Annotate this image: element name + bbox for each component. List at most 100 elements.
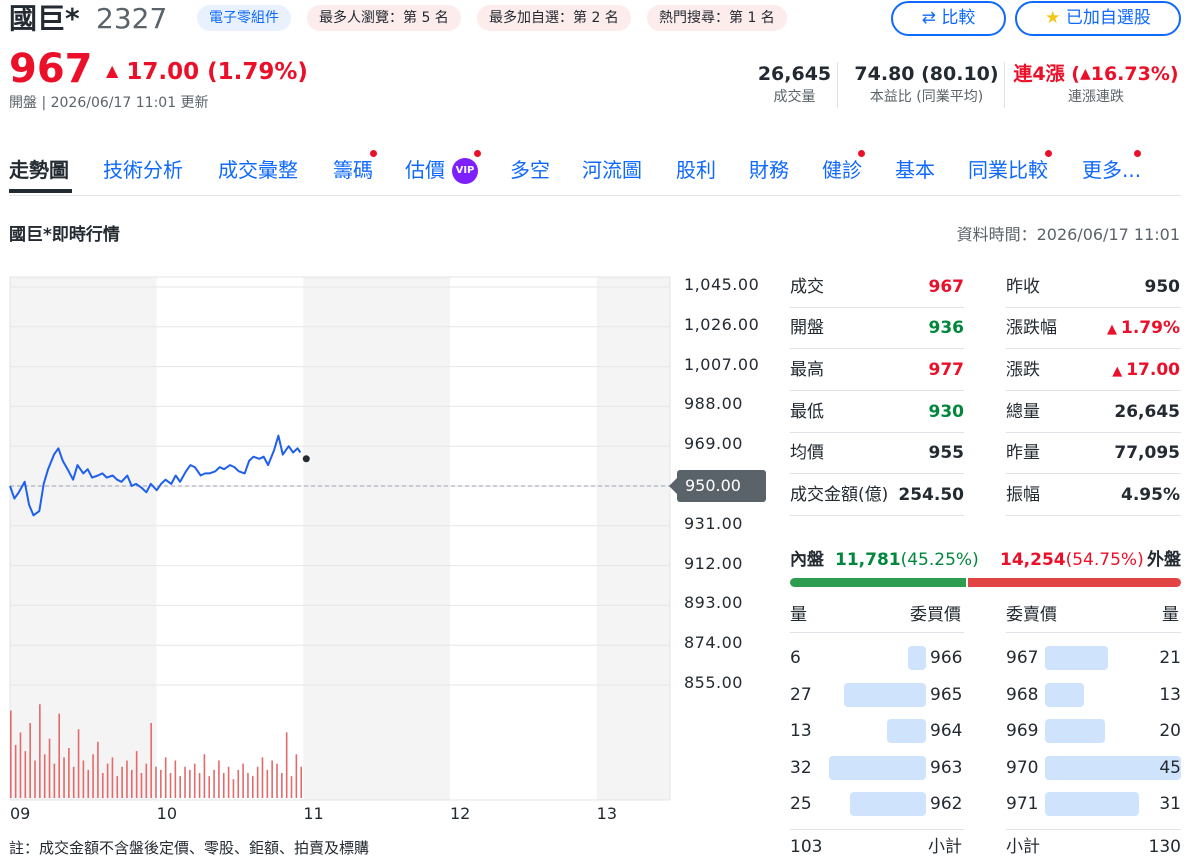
intraday-chart[interactable] <box>0 270 780 830</box>
quote-value: 254.50 <box>898 485 964 505</box>
volume-bar <box>82 760 85 798</box>
quote-label: 均價 <box>790 443 824 463</box>
tab-chips[interactable]: 籌碼 <box>333 155 373 185</box>
tab-peers[interactable]: 同業比較 <box>968 155 1048 185</box>
volume-bar <box>295 754 298 798</box>
compare-icon: ⇄ <box>921 8 936 28</box>
volume-bar <box>87 769 90 798</box>
bid-depth-bar <box>829 755 926 780</box>
tab-river[interactable]: 河流圖 <box>582 155 642 185</box>
tab-trades[interactable]: 成交彙整 <box>218 155 298 185</box>
bid-price[interactable]: 966 <box>930 647 962 669</box>
row-divider <box>1006 515 1181 516</box>
notification-dot <box>474 150 481 157</box>
volume-value: 26,645 <box>757 63 832 85</box>
bid-qty: 25 <box>790 794 812 814</box>
streak-up-icon: ▲ <box>1079 66 1091 82</box>
volume-bar <box>290 776 293 798</box>
bid-depth-bar <box>844 682 926 707</box>
volume-bar <box>242 763 244 798</box>
quote-label: 開盤 <box>790 318 824 338</box>
tab-more[interactable]: 更多... <box>1082 155 1141 185</box>
quote-value: 950 <box>1144 277 1181 297</box>
row-divider <box>1006 473 1181 474</box>
quote-value: 955 <box>928 443 965 463</box>
tab-finance[interactable]: 財務 <box>749 155 789 185</box>
quote-value: 26,645 <box>1114 402 1180 422</box>
inner-outer-bar: 內盤 11,781(45.25%) 14,254(54.75%) 外盤 <box>790 548 1181 590</box>
volume-bar <box>77 729 80 798</box>
ask-depth-bar <box>1045 719 1105 743</box>
up-arrow-icon: ▲ <box>106 61 119 80</box>
tab-checkup[interactable]: 健診 <box>822 155 862 185</box>
rank-view-chip[interactable]: 最多人瀏覽：第 5 名 <box>307 5 461 31</box>
volume-bar <box>160 769 162 798</box>
ask-price[interactable]: 971 <box>1006 793 1038 815</box>
quote-label: 總量 <box>1006 402 1040 422</box>
row-divider <box>790 307 964 308</box>
watchlist-button[interactable]: ★ 已加自選股 <box>1015 1 1181 36</box>
volume-bar <box>271 760 273 798</box>
bid-depth-bar <box>850 792 926 816</box>
ask-price[interactable]: 969 <box>1006 720 1038 742</box>
compare-button[interactable]: ⇄ 比較 <box>891 1 1006 36</box>
notification-dot <box>370 150 377 157</box>
rank-search-chip[interactable]: 熱門搜尋：第 1 名 <box>647 5 787 31</box>
ask-qty: 13 <box>1159 684 1181 705</box>
x-tick-label: 12 <box>450 804 471 823</box>
quote-label: 昨量 <box>1006 443 1040 463</box>
volume-bar <box>140 773 143 798</box>
footnote: 註：成交金額不含盤後定價、零股、鉅額、拍賣及標購 <box>9 839 370 857</box>
category-chip[interactable]: 電子零組件 <box>197 5 291 31</box>
volume-bar <box>101 773 104 798</box>
x-tick-label: 09 <box>10 804 31 823</box>
tab-technical[interactable]: 技術分析 <box>103 155 183 185</box>
volume-bar <box>247 773 249 798</box>
volume-bar <box>198 773 201 798</box>
subtotal-label: 小計 <box>928 837 962 857</box>
pe-label: 本益比 (同業平均) <box>869 89 984 105</box>
row-divider <box>790 473 964 474</box>
bid-total: 103 <box>790 837 823 857</box>
volume-label: 成交量 <box>773 89 816 105</box>
tab-basic[interactable]: 基本 <box>895 155 935 185</box>
tab-trend[interactable]: 走勢圖 <box>9 155 69 185</box>
tab-longshort[interactable]: 多空 <box>510 155 550 185</box>
ask-price[interactable]: 970 <box>1006 757 1038 779</box>
stock-code: 2327 <box>96 2 168 35</box>
tab-valuation[interactable]: 估價 <box>405 155 445 185</box>
price-change: ▲ 17.00 (1.79%) <box>106 56 308 87</box>
bid-qty: 32 <box>790 757 812 778</box>
volume-bar <box>48 738 51 798</box>
x-tick-label: 13 <box>596 804 618 823</box>
y-tick-label: 988.00 <box>684 394 743 414</box>
ask-depth-bar <box>1045 646 1108 670</box>
y-tick-label: 1,045.00 <box>684 275 760 294</box>
volume-bar <box>189 769 191 798</box>
notification-dot <box>1134 150 1141 157</box>
volume-bar <box>24 751 27 798</box>
streak-label: 連漲連跌 <box>1068 89 1124 105</box>
volume-bar <box>135 751 138 798</box>
bid-depth-bar <box>908 646 926 670</box>
ask-price[interactable]: 967 <box>1006 647 1038 669</box>
quote-label: 成交 <box>790 277 824 297</box>
ask-price[interactable]: 968 <box>1006 684 1038 706</box>
quote-label: 振幅 <box>1006 485 1040 505</box>
bid-price[interactable]: 963 <box>930 757 962 779</box>
bid-price[interactable]: 964 <box>930 720 962 742</box>
tab-dividend[interactable]: 股利 <box>676 155 716 185</box>
volume-bar <box>266 769 269 798</box>
inner-label: 內盤 <box>790 550 824 570</box>
bid-price[interactable]: 962 <box>930 793 962 815</box>
rank-watch-chip[interactable]: 最多加自選：第 2 名 <box>477 5 631 31</box>
row-divider <box>790 829 964 830</box>
volume-bar <box>29 723 31 798</box>
bid-price[interactable]: 965 <box>930 684 962 706</box>
volume-bar <box>300 766 302 798</box>
quote-label: 漲跌幅 <box>1006 318 1057 338</box>
y-tick-label: 912.00 <box>684 553 743 573</box>
volume-bar <box>34 760 36 798</box>
y-tick-label: 1,007.00 <box>684 354 760 374</box>
x-tick-label: 11 <box>303 804 324 823</box>
